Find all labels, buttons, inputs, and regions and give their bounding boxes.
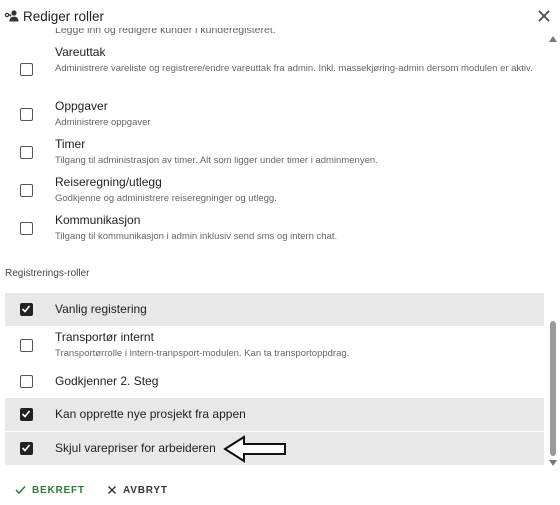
check-icon — [15, 485, 26, 495]
dialog-footer: BEKREFT AVBRYT — [0, 476, 560, 504]
role-label: Kan opprette nye prosjekt fra appen — [55, 407, 246, 421]
role-row-godkjenner[interactable]: Godkjenner 2. Steg — [5, 365, 544, 398]
role-label: Kommunikasjon — [55, 213, 141, 227]
close-icon[interactable] — [537, 9, 551, 23]
scroll-down-icon[interactable] — [549, 460, 557, 466]
checkbox[interactable] — [20, 339, 33, 352]
roles-scroll-area[interactable]: Legge inn og redigere kunder i kunderegi… — [0, 28, 546, 468]
cancel-label: AVBRYT — [123, 484, 168, 496]
role-row-opprette-prosjekt[interactable]: Kan opprette nye prosjekt fra appen — [5, 398, 544, 431]
checkbox[interactable] — [20, 222, 33, 235]
role-label: Godkjenner 2. Steg — [55, 374, 159, 388]
user-key-icon — [4, 10, 19, 22]
role-description: Administrere vareliste og registrere/end… — [55, 63, 533, 74]
edit-roles-dialog: Rediger roller Legge inn og redigere kun… — [0, 0, 560, 505]
role-label: Timer — [55, 137, 86, 151]
role-description: Transportørrolle i intern-tranpsport-mod… — [55, 348, 350, 359]
checkmark-icon — [21, 410, 31, 418]
confirm-label: BEKREFT — [32, 484, 85, 496]
vertical-scrollbar[interactable] — [546, 34, 560, 470]
checkbox[interactable] — [20, 63, 33, 76]
section-title-registration: Registrerings-roller — [5, 268, 90, 279]
role-label: Vanlig registering — [55, 302, 147, 316]
role-row-vanlig-registering[interactable]: Vanlig registering — [5, 293, 544, 326]
role-row-reiseregning[interactable]: Reiseregning/utlegg Godkjenne og adminis… — [5, 174, 544, 208]
checkmark-icon — [21, 444, 31, 452]
dialog-title: Rediger roller — [23, 9, 105, 24]
scrollbar-thumb[interactable] — [550, 321, 556, 456]
cancel-button[interactable]: AVBRYT — [107, 482, 168, 498]
checkbox[interactable] — [20, 375, 33, 388]
role-row-oppgaver[interactable]: Oppgaver Administrere oppgaver — [5, 98, 544, 132]
role-label: Vareuttak — [55, 45, 106, 59]
checkmark-icon — [21, 305, 31, 313]
close-icon — [108, 486, 116, 494]
checkbox[interactable] — [20, 184, 33, 197]
annotation-arrow-icon — [223, 435, 286, 463]
confirm-button[interactable]: BEKREFT — [15, 482, 85, 498]
role-row-kommunikasjon[interactable]: Kommunikasjon Tilgang til kommunikasjon … — [5, 212, 544, 246]
checkbox-checked[interactable] — [20, 442, 33, 455]
checkbox-checked[interactable] — [20, 408, 33, 421]
role-row-vareuttak[interactable]: Vareuttak Administrere vareliste og regi… — [5, 43, 544, 91]
role-description: Tilgang til administrasjon av timer. Alt… — [55, 155, 378, 166]
scroll-up-icon[interactable] — [549, 36, 557, 42]
checkbox[interactable] — [20, 108, 33, 121]
role-label: Transportør internt — [55, 330, 154, 344]
role-description: Tilgang til kommunikasjon i admin inklus… — [55, 231, 338, 242]
role-row-transportor-internt[interactable]: Transportør internt Transportørrolle i i… — [5, 328, 544, 364]
role-row-timer[interactable]: Timer Tilgang til administrasjon av time… — [5, 136, 544, 170]
cut-off-description: Legge inn og redigere kunder i kunderegi… — [55, 28, 276, 36]
role-label: Skjul varepriser for arbeideren — [55, 441, 216, 455]
role-label: Oppgaver — [55, 99, 108, 113]
role-description: Godkjenne og administrere reiseregninger… — [55, 193, 277, 204]
checkbox-checked[interactable] — [20, 303, 33, 316]
checkbox[interactable] — [20, 146, 33, 159]
role-label: Reiseregning/utlegg — [55, 175, 162, 189]
role-description: Administrere oppgaver — [55, 117, 151, 128]
